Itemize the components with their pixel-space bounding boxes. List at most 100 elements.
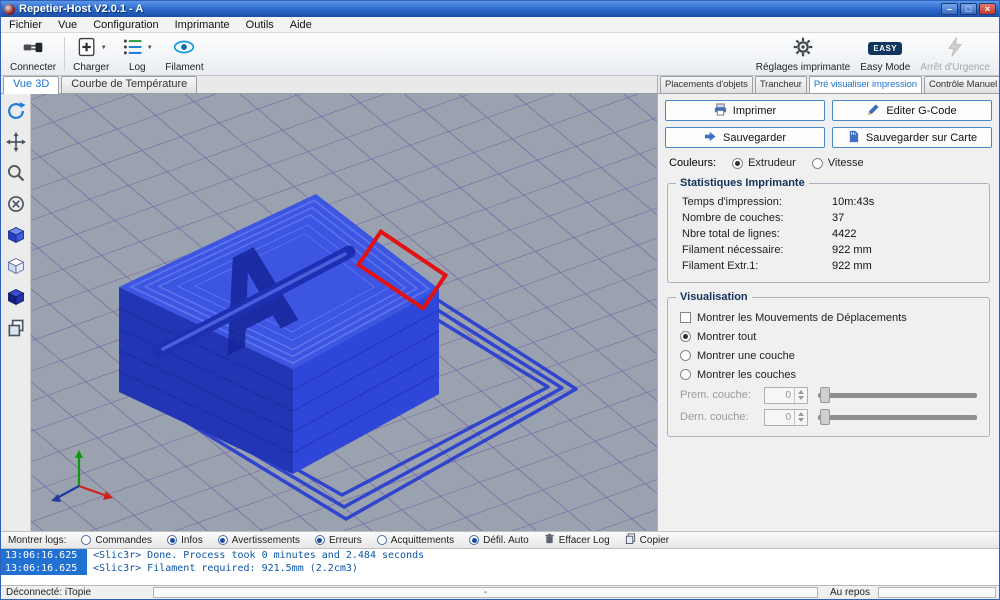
speed-label: Vitesse <box>827 157 864 169</box>
spin-up-icon[interactable] <box>798 389 804 394</box>
show-all-option[interactable]: Montrer tout <box>676 327 981 346</box>
menu-aide[interactable]: Aide <box>282 18 320 32</box>
close-button[interactable]: × <box>979 3 996 15</box>
preview-panel: Imprimer Editer G-Code Sauvegarder Sauve… <box>658 94 999 531</box>
edit-gcode-button[interactable]: Editer G-Code <box>832 100 992 121</box>
toggle-infos[interactable]: Infos <box>167 535 203 546</box>
menu-configuration[interactable]: Configuration <box>85 18 166 32</box>
easy-mode-button[interactable]: EASY Easy Mode <box>855 34 915 74</box>
stat-filament-needed: Filament nécessaire: 922 mm <box>682 244 872 256</box>
first-layer-slider[interactable] <box>818 386 977 404</box>
menu-vue[interactable]: Vue <box>50 18 85 32</box>
toggle-acks[interactable]: Acquittements <box>376 535 454 546</box>
last-layer-slider[interactable] <box>818 408 977 426</box>
radio-speed[interactable] <box>811 157 823 169</box>
tab-vue-3d[interactable]: Vue 3D <box>3 76 60 94</box>
chevron-down-icon[interactable]: ▼ <box>101 45 107 51</box>
color-speed-option[interactable]: Vitesse <box>811 157 864 169</box>
save-to-card-label: Sauvegarder sur Carte <box>865 131 978 144</box>
tab-temperature-curve[interactable]: Courbe de Température <box>61 76 198 93</box>
rotate-view-button[interactable] <box>4 100 28 124</box>
first-layer-spinner[interactable]: 0 <box>764 386 808 404</box>
radio-show-one-layer[interactable] <box>680 350 691 361</box>
last-layer-label: Dern. couche: <box>680 411 749 423</box>
checkbox-show-moves[interactable] <box>680 312 691 323</box>
easy-badge: EASY <box>868 41 903 55</box>
spin-down-icon[interactable] <box>798 418 804 423</box>
copy-icon <box>625 533 636 547</box>
zoom-view-button[interactable] <box>4 162 28 186</box>
radio-extruder[interactable] <box>732 157 744 169</box>
right-tabs: Placements d'objets Trancheur Pré visual… <box>658 76 999 94</box>
magnifier-icon <box>6 163 26 186</box>
log-view[interactable]: 13:06:16.625 <Slic3r> Done. Process took… <box>1 549 999 585</box>
connect-button[interactable]: Connecter <box>5 34 61 74</box>
save-to-card-button[interactable]: Sauvegarder sur Carte <box>832 127 992 148</box>
radio-show-layer-range[interactable] <box>680 369 691 380</box>
cube-light-icon <box>6 256 26 279</box>
toggle-autoscroll[interactable]: Défil. Auto <box>469 535 529 546</box>
tab-slicer[interactable]: Trancheur <box>754 76 807 93</box>
toggle-commands[interactable]: Commandes <box>81 535 152 546</box>
slider-handle[interactable] <box>820 409 830 425</box>
extruder-label: Extrudeur <box>748 157 796 169</box>
edit-gcode-label: Editer G-Code <box>886 104 957 117</box>
minimize-button[interactable]: – <box>941 3 958 15</box>
load-file-icon <box>76 36 98 61</box>
spin-down-icon[interactable] <box>798 396 804 401</box>
left-pane: Vue 3D Courbe de Température <box>1 76 657 531</box>
status-secondary-field <box>878 587 996 598</box>
printer-icon <box>714 102 727 119</box>
sd-card-icon <box>847 130 860 146</box>
reset-view-button[interactable] <box>4 193 28 217</box>
clear-log-button[interactable]: Effacer Log <box>544 533 610 547</box>
main-toolbar: Connecter ▼ Charger ▼ Log Filament Régla… <box>1 33 999 76</box>
lightning-icon <box>945 35 965 61</box>
filament-button[interactable]: Filament <box>160 34 208 74</box>
printer-settings-button[interactable]: Réglages imprimante <box>751 34 856 74</box>
cube-blue-icon <box>6 225 26 248</box>
print-button[interactable]: Imprimer <box>665 100 825 121</box>
stat-total-lines: Nbre total de lignes: 4422 <box>682 228 857 240</box>
maximize-button[interactable]: □ <box>960 3 977 15</box>
move-view-button[interactable] <box>4 131 28 155</box>
show-logs-label: Montrer logs: <box>8 534 67 546</box>
toggle-errors[interactable]: Erreurs <box>314 535 362 546</box>
load-label: Charger <box>73 61 110 73</box>
last-layer-spinner[interactable]: 0 <box>764 408 808 426</box>
radio-show-all[interactable] <box>680 331 691 342</box>
copy-log-button[interactable]: Copier <box>625 533 669 547</box>
menu-imprimante[interactable]: Imprimante <box>167 18 238 32</box>
log-entry: 13:06:16.625 <Slic3r> Filament required:… <box>1 562 999 575</box>
title-bar: Repetier-Host V2.0.1 - A – □ × <box>1 1 999 17</box>
tab-manual-control[interactable]: Contrôle Manuel <box>923 76 999 93</box>
color-extruder-option[interactable]: Extrudeur <box>732 157 796 169</box>
save-button[interactable]: Sauvegarder <box>665 127 825 148</box>
chevron-down-icon[interactable]: ▼ <box>147 45 153 51</box>
show-one-layer-option[interactable]: Montrer une couche <box>676 346 981 365</box>
front-view-button[interactable] <box>4 255 28 279</box>
print-label: Imprimer <box>732 104 777 117</box>
show-moves-option[interactable]: Montrer les Mouvements de Déplacements <box>676 308 981 327</box>
log-toggle-button[interactable]: ▼ Log <box>114 34 160 74</box>
menu-outils[interactable]: Outils <box>238 18 282 32</box>
menu-fichier[interactable]: Fichier <box>1 18 50 32</box>
window-title: Repetier-Host V2.0.1 - A <box>19 3 144 15</box>
tab-print-preview[interactable]: Pré visualiser impression <box>808 76 922 93</box>
show-layer-range-option[interactable]: Montrer les couches <box>676 365 981 384</box>
tab-object-placement[interactable]: Placements d'objets <box>660 76 753 93</box>
load-button[interactable]: ▼ Charger <box>68 34 114 74</box>
top-view-button[interactable] <box>4 286 28 310</box>
cube-dark-icon <box>6 287 26 310</box>
spin-up-icon[interactable] <box>798 411 804 416</box>
rotate-icon <box>5 100 27 125</box>
render-canvas[interactable]: A <box>31 94 657 531</box>
copy-objects-button[interactable] <box>4 317 28 341</box>
printer-state: Au repos <box>829 587 870 598</box>
gear-icon <box>792 36 814 61</box>
toggle-warnings[interactable]: Avertissements <box>217 535 300 546</box>
slider-handle[interactable] <box>820 387 830 403</box>
last-layer-row: Dern. couche: 0 <box>676 406 981 428</box>
iso-view-button[interactable] <box>4 224 28 248</box>
stat-layer-count: Nombre de couches: 37 <box>682 212 845 224</box>
